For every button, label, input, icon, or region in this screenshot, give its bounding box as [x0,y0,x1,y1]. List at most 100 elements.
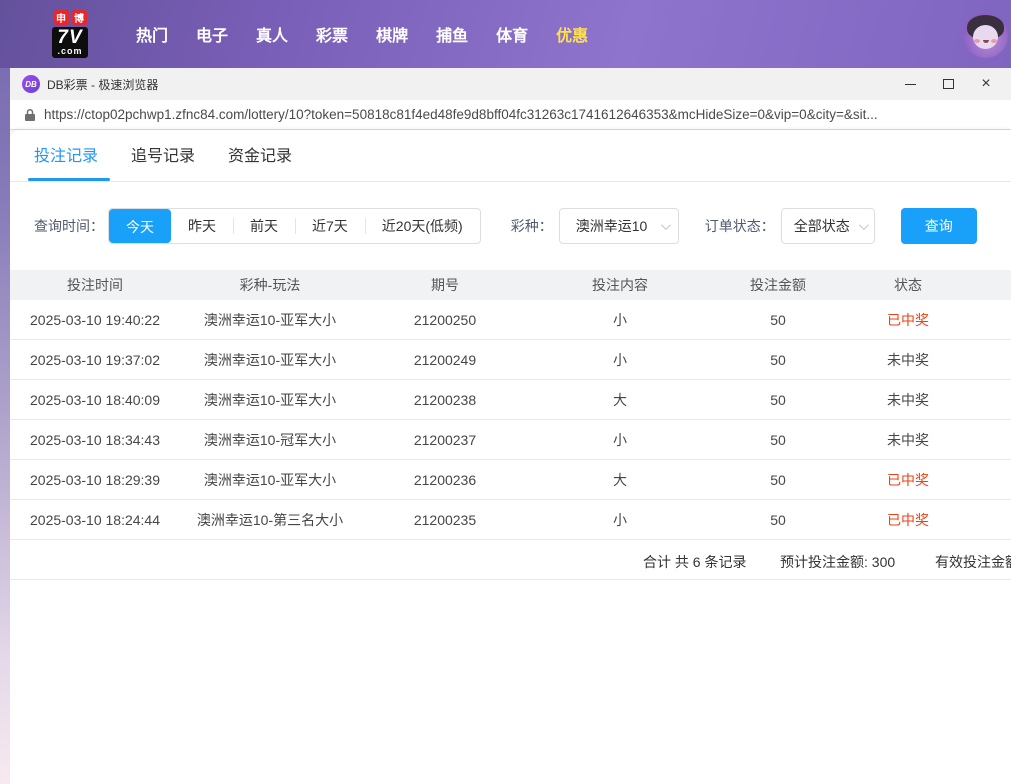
table-cell: 未中奖 [846,350,970,370]
nav-item-体育[interactable]: 体育 [482,22,542,46]
table-cell: 50 [710,312,846,328]
lock-icon [24,108,36,122]
table-cell: 小 [530,350,710,370]
table-cell: 澳洲幸运10-冠军大小 [180,430,360,450]
tab-投注记录[interactable]: 投注记录 [34,142,98,181]
table-row: 2025-03-10 19:40:22澳洲幸运10-亚军大小21200250小5… [10,300,1011,340]
table-cell: 小 [530,430,710,450]
table-cell: 未中奖 [846,430,970,450]
logo-badges: 申 博 [54,10,87,25]
window-titlebar: DB DB彩票 - 极速浏览器 × [10,68,1011,100]
table-cell: 小 [530,310,710,330]
time-option-近20天(低频)[interactable]: 近20天(低频) [365,209,480,243]
table-row: 2025-03-10 19:37:02澳洲幸运10-亚军大小21200249小5… [10,340,1011,380]
table-cell: 澳洲幸运10-亚军大小 [180,390,360,410]
logo-badge-right: 博 [72,10,87,25]
window-title: DB彩票 - 极速浏览器 [47,76,158,93]
nav-item-优惠[interactable]: 优惠 [542,22,602,46]
tab-资金记录[interactable]: 资金记录 [228,142,292,181]
table-cell: 未中奖 [846,390,970,410]
table-cell: 澳洲幸运10-亚军大小 [180,470,360,490]
minimize-icon [905,84,916,85]
lottery-filter-label: 彩种： [511,216,553,236]
table-cell: 澳洲幸运10-第三名大小 [180,510,360,530]
table-cell: 21200250 [360,312,530,328]
column-header: 期号 [360,275,530,295]
url-text: https://ctop02pchwp1.zfnc84.com/lottery/… [44,107,878,122]
close-button[interactable]: × [967,68,1005,100]
table-cell: 2025-03-10 18:34:43 [10,432,180,448]
table-cell: 21200235 [360,512,530,528]
table-cell: 大 [530,470,710,490]
table-cell: 大 [530,390,710,410]
time-option-前天[interactable]: 前天 [233,209,295,243]
table-cell: 2025-03-10 18:24:44 [10,512,180,528]
nav-item-棋牌[interactable]: 棋牌 [362,22,422,46]
lottery-select[interactable]: 澳洲幸运10 [559,208,679,244]
table-cell: 50 [710,472,846,488]
status-filter-label: 订单状态： [705,216,775,236]
time-filter-group: 今天昨天前天近7天近20天(低频) [108,208,481,244]
table-cell: 50 [710,392,846,408]
table-cell: 50 [710,512,846,528]
chevron-down-icon [859,220,869,230]
window-controls: × [891,68,1005,100]
logo-sub-text: .com [57,47,82,56]
logo-main-text: 7V [57,28,82,47]
avatar-face [973,25,998,49]
column-header: 投注金额 [710,275,846,295]
summary-total: 合计 共 6 条记录 [643,552,746,572]
table-row: 2025-03-10 18:29:39澳洲幸运10-亚军大小21200236大5… [10,460,1011,500]
table-cell: 21200238 [360,392,530,408]
logo-box: 7V .com [52,27,87,58]
table-row: 2025-03-10 18:34:43澳洲幸运10-冠军大小21200237小5… [10,420,1011,460]
table-cell: 已中奖 [846,510,970,530]
lottery-select-value: 澳洲幸运10 [576,216,648,236]
table-cell: 澳洲幸运10-亚军大小 [180,350,360,370]
browser-window: DB DB彩票 - 极速浏览器 × https://ctop02pchwp1.z… [10,68,1011,784]
tab-追号记录[interactable]: 追号记录 [131,142,195,181]
nav-item-彩票[interactable]: 彩票 [302,22,362,46]
url-bar[interactable]: https://ctop02pchwp1.zfnc84.com/lottery/… [10,100,1011,130]
table-cell: 2025-03-10 18:40:09 [10,392,180,408]
maximize-button[interactable] [929,68,967,100]
column-header: 彩种-玩法 [180,275,360,295]
content-panel: 投注记录追号记录资金记录 查询时间： 今天昨天前天近7天近20天(低频) 彩种：… [10,130,1011,783]
nav-item-热门[interactable]: 热门 [122,22,182,46]
table-cell: 21200236 [360,472,530,488]
status-select-value: 全部状态 [794,216,850,236]
logo-badge-left: 申 [54,10,69,25]
search-button[interactable]: 查询 [901,208,977,244]
site-logo[interactable]: 申 博 7V .com [42,10,98,58]
table-cell: 50 [710,432,846,448]
column-header: 投注内容 [530,275,710,295]
bet-records-table: 投注时间彩种-玩法期号投注内容投注金额状态 2025-03-10 19:40:2… [10,270,1011,580]
user-avatar[interactable] [963,13,1008,58]
chevron-down-icon [661,220,671,230]
order-status-select[interactable]: 全部状态 [781,208,875,244]
screen: 申 博 7V .com 热门电子真人彩票棋牌捕鱼体育优惠 DB DB彩票 - 极… [0,0,1011,784]
table-header-row: 投注时间彩种-玩法期号投注内容投注金额状态 [10,270,1011,300]
time-option-今天[interactable]: 今天 [109,209,171,243]
time-option-近7天[interactable]: 近7天 [295,209,365,243]
table-cell: 50 [710,352,846,368]
time-option-昨天[interactable]: 昨天 [171,209,233,243]
table-summary-row: 合计 共 6 条记录 预计投注金额: 300 有效投注金额: [10,540,1011,580]
site-nav: 申 博 7V .com 热门电子真人彩票棋牌捕鱼体育优惠 [0,0,1011,68]
summary-expected-amount: 预计投注金额: 300 [780,552,895,572]
nav-item-捕鱼[interactable]: 捕鱼 [422,22,482,46]
close-icon: × [981,76,990,92]
table-row: 2025-03-10 18:40:09澳洲幸运10-亚军大小21200238大5… [10,380,1011,420]
table-cell: 已中奖 [846,310,970,330]
nav-item-真人[interactable]: 真人 [242,22,302,46]
minimize-button[interactable] [891,68,929,100]
column-header: 状态 [846,275,970,295]
table-cell: 已中奖 [846,470,970,490]
maximize-icon [943,79,954,89]
summary-valid-amount: 有效投注金额: [935,552,1011,572]
table-cell: 2025-03-10 19:40:22 [10,312,180,328]
table-cell: 21200249 [360,352,530,368]
table-cell: 小 [530,510,710,530]
nav-item-电子[interactable]: 电子 [182,22,242,46]
table-row: 2025-03-10 18:24:44澳洲幸运10-第三名大小21200235小… [10,500,1011,540]
